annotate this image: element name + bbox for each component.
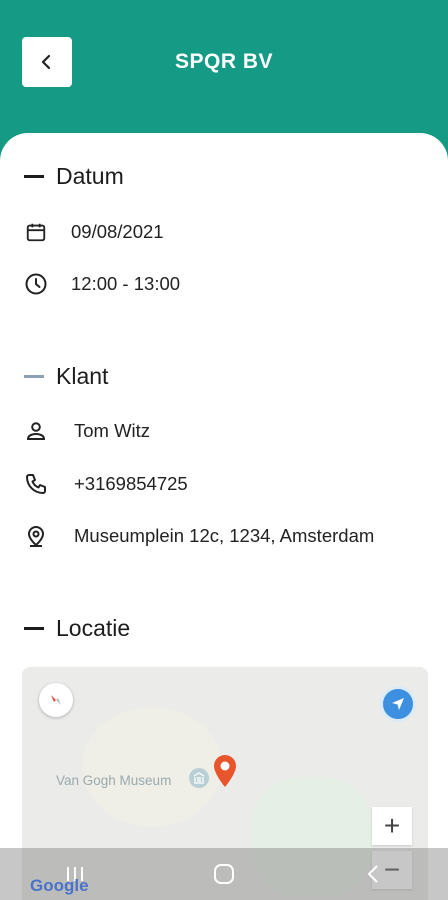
map-area <box>82 707 222 827</box>
compass-button[interactable] <box>39 683 73 717</box>
customer-phone-row[interactable]: +3169854725 <box>24 472 188 496</box>
clock-icon <box>24 272 48 296</box>
map-poi-label: Van Gogh Museum <box>56 773 172 788</box>
customer-phone[interactable]: +3169854725 <box>74 473 188 495</box>
time-row: 12:00 - 13:00 <box>24 272 180 296</box>
date-row: 09/08/2021 <box>24 220 164 244</box>
section-dash <box>24 627 44 630</box>
page-title: SPQR BV <box>174 50 274 73</box>
customer-name: Tom Witz <box>74 420 151 441</box>
museum-icon <box>189 768 209 788</box>
section-header-datum: Datum <box>24 163 124 190</box>
person-icon <box>24 419 48 443</box>
section-header-locatie: Locatie <box>24 615 130 642</box>
phone-icon <box>24 472 48 496</box>
section-title-klant: Klant <box>56 363 109 389</box>
customer-address-row: Museumplein 12c, 1234, Amsterdam <box>24 524 374 548</box>
time-value: 12:00 - 13:00 <box>71 273 181 294</box>
google-logo: Google <box>30 876 89 895</box>
section-title-datum: Datum <box>56 163 124 189</box>
section-title-locatie: Locatie <box>56 615 131 641</box>
system-back-button[interactable] <box>343 848 403 900</box>
my-location-button[interactable] <box>380 686 416 722</box>
customer-address: Museumplein 12c, 1234, Amsterdam <box>74 525 375 546</box>
navigation-arrow-icon <box>392 698 404 710</box>
home-button[interactable] <box>194 848 254 900</box>
back-arrow-icon <box>367 865 379 883</box>
section-header-klant: Klant <box>24 363 108 390</box>
compass-icon <box>51 695 61 705</box>
customer-name-row: Tom Witz <box>24 419 150 443</box>
location-pin-icon <box>24 524 48 548</box>
section-dash <box>24 175 44 178</box>
zoom-in-button[interactable]: + <box>372 807 412 845</box>
home-icon <box>213 864 234 884</box>
app-bar: SPQR BV <box>0 0 448 140</box>
date-value: 09/08/2021 <box>71 221 164 242</box>
map-marker-icon[interactable] <box>212 754 238 788</box>
section-dash <box>24 375 44 378</box>
calendar-icon <box>24 220 48 244</box>
